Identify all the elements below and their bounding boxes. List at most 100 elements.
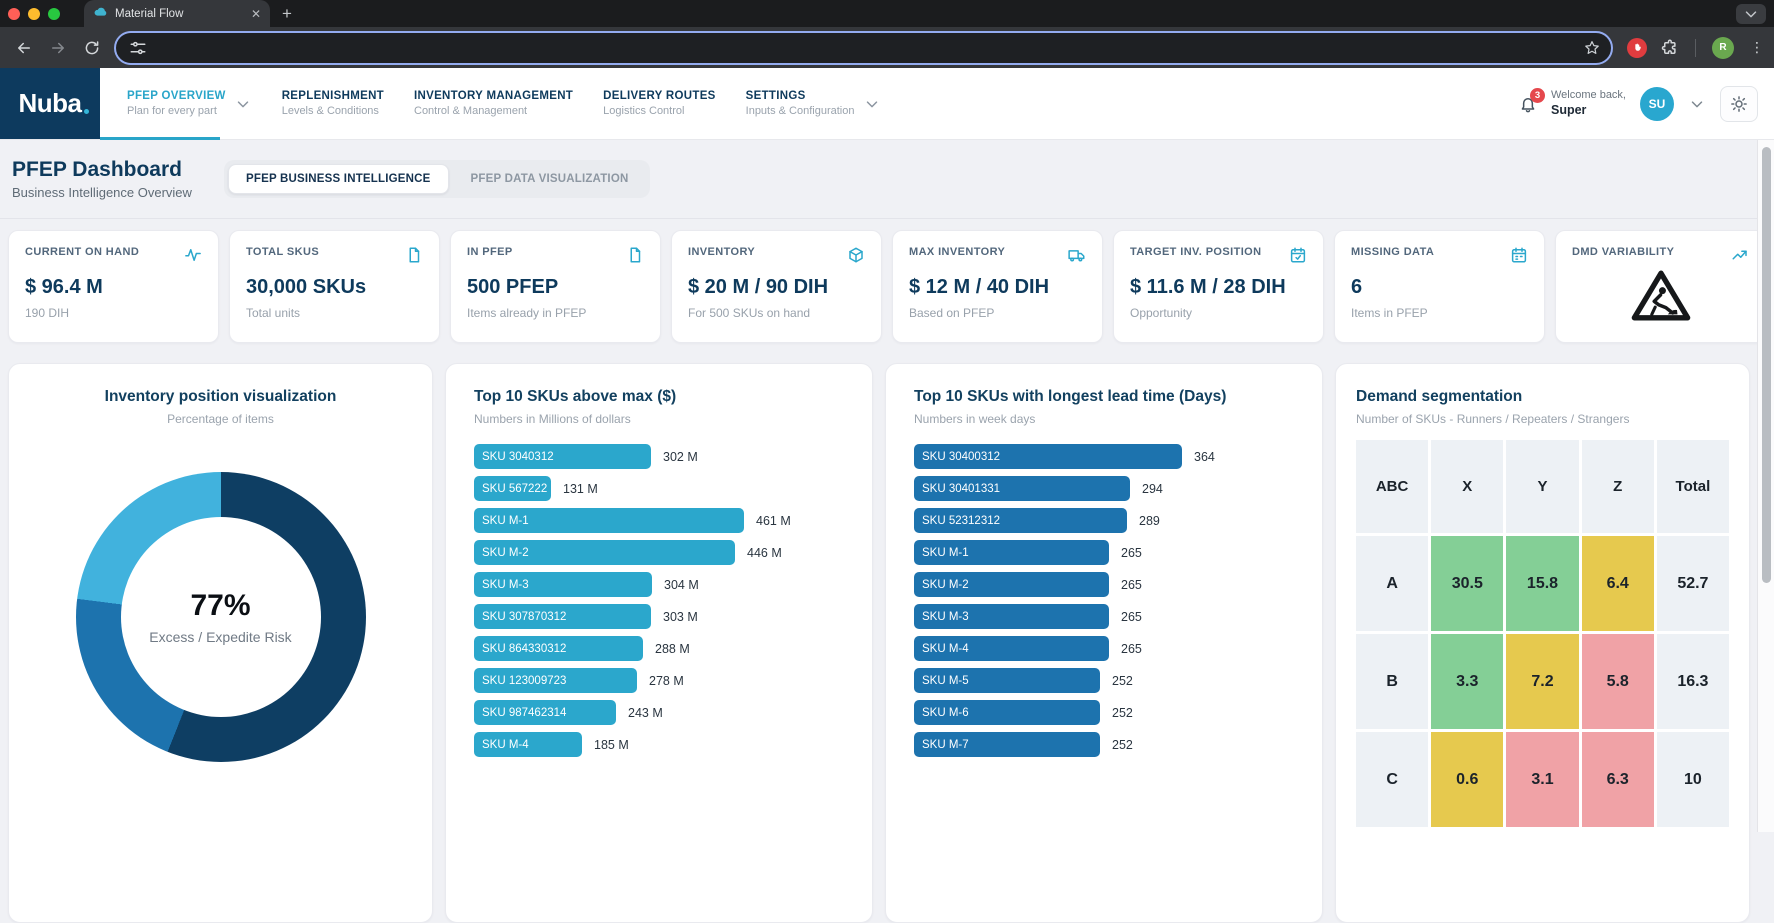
app-logo[interactable]: Nuba xyxy=(0,68,100,139)
bar-row: SKU M-3 304 M xyxy=(474,572,844,597)
calendar-check-icon xyxy=(1289,246,1307,264)
bookmark-star-icon[interactable] xyxy=(1583,39,1601,57)
heatmap-cell-a-y: 15.8 xyxy=(1506,536,1578,631)
tab-search-button[interactable] xyxy=(1736,4,1766,24)
user-menu-chevron-icon[interactable] xyxy=(1688,95,1706,113)
nav-item-labels: SETTINGS Inputs & Configuration xyxy=(746,90,855,117)
user-avatar[interactable]: SU xyxy=(1640,87,1674,121)
bar: SKU M-2 xyxy=(914,572,1109,597)
bar: SKU 52312312 xyxy=(914,508,1127,533)
panel-subtitle: Number of SKUs - Runners / Repeaters / S… xyxy=(1356,412,1729,426)
bar-value-label: 265 xyxy=(1121,578,1142,592)
nav-item-replenishment[interactable]: REPLENISHMENT Levels & Conditions xyxy=(267,90,399,117)
theme-toggle-button[interactable] xyxy=(1720,86,1758,122)
row-label-b: B xyxy=(1356,634,1428,729)
window-minimize-button[interactable] xyxy=(28,8,40,20)
bar-row: SKU M-2 265 xyxy=(914,572,1294,597)
nav-item-labels: INVENTORY MANAGEMENT Control & Managemen… xyxy=(414,90,573,117)
welcome-prefix: Welcome back, xyxy=(1551,89,1626,103)
back-button[interactable] xyxy=(10,34,38,62)
nav-item-inventory-management[interactable]: INVENTORY MANAGEMENT Control & Managemen… xyxy=(399,90,588,117)
notifications-bell-icon[interactable]: 3 xyxy=(1519,95,1537,113)
nav-menu: PFEP OVERVIEW Plan for every part REPLEN… xyxy=(100,68,896,139)
heatmap-cell-c-x: 0.6 xyxy=(1431,732,1503,827)
bar: SKU M-1 xyxy=(474,508,744,533)
nav-item-title: REPLENISHMENT xyxy=(282,90,384,102)
page-title: PFEP Dashboard xyxy=(12,158,224,182)
tune-icon[interactable] xyxy=(128,38,148,58)
heatmap-cell-a-x: 30.5 xyxy=(1431,536,1503,631)
demand-segmentation-panel: Demand segmentation Number of SKUs - Run… xyxy=(1335,363,1750,923)
kpi-subtext: 190 DIH xyxy=(25,306,202,320)
nav-item-delivery-routes[interactable]: DELIVERY ROUTES Logistics Control xyxy=(588,90,731,117)
notification-badge: 3 xyxy=(1530,88,1545,103)
panel-subtitle: Percentage of items xyxy=(37,412,404,426)
active-nav-underline xyxy=(100,137,220,140)
bar-row: SKU M-1 265 xyxy=(914,540,1294,565)
truck-icon xyxy=(1068,246,1086,264)
bar-row: SKU 3040312 302 M xyxy=(474,444,844,469)
nav-item-settings[interactable]: SETTINGS Inputs & Configuration xyxy=(731,90,896,117)
reload-button[interactable] xyxy=(78,34,106,62)
page-subtitle: Business Intelligence Overview xyxy=(12,185,224,200)
bar-value-label: 252 xyxy=(1112,706,1133,720)
bar: SKU M-7 xyxy=(914,732,1100,757)
scrollbar-thumb[interactable] xyxy=(1762,147,1771,583)
tab-pfep-data-visualization[interactable]: PFEP DATA VISUALIZATION xyxy=(453,164,647,194)
tab-close-icon[interactable]: ✕ xyxy=(251,8,261,20)
browser-menu-kebab-icon[interactable]: ⋮ xyxy=(1750,39,1764,56)
row-total-a: 52.7 xyxy=(1657,536,1729,631)
window-zoom-button[interactable] xyxy=(48,8,60,20)
forward-button[interactable] xyxy=(44,34,72,62)
kpi-title: TOTAL SKUS xyxy=(246,246,319,258)
browser-profile-avatar[interactable]: R xyxy=(1712,37,1734,59)
kpi-value: 30,000 SKUs xyxy=(246,276,423,299)
tab-pfep-business-intelligence[interactable]: PFEP BUSINESS INTELLIGENCE xyxy=(228,164,449,194)
panel-subtitle: Numbers in Millions of dollars xyxy=(474,412,844,426)
new-tab-button[interactable]: + xyxy=(282,5,292,22)
address-bar[interactable] xyxy=(116,33,1611,63)
nav-item-title: PFEP OVERVIEW xyxy=(127,90,226,102)
extensions-puzzle-icon[interactable] xyxy=(1661,39,1679,57)
bar: SKU 123009723 xyxy=(474,668,637,693)
browser-tab[interactable]: Material Flow ✕ xyxy=(84,0,270,27)
package-icon xyxy=(847,246,865,264)
top-skus-above-max-panel: Top 10 SKUs above max ($) Numbers in Mil… xyxy=(445,363,873,923)
trending-up-icon xyxy=(1731,246,1749,264)
donut-chart: 77% Excess / Expedite Risk xyxy=(76,472,366,762)
logo-dot xyxy=(84,109,89,114)
nav-item-title: SETTINGS xyxy=(746,90,855,102)
bar-row: SKU 52312312 289 xyxy=(914,508,1294,533)
bar: SKU M-3 xyxy=(914,604,1109,629)
window-close-button[interactable] xyxy=(8,8,20,20)
page-scrollbar[interactable] xyxy=(1757,140,1774,832)
kpi-card-in-pfep: IN PFEP 500 PFEP Items already in PFEP xyxy=(450,230,661,343)
nav-item-labels: PFEP OVERVIEW Plan for every part xyxy=(127,90,226,117)
adblock-extension-icon[interactable] xyxy=(1627,38,1647,58)
bar-value-label: 243 M xyxy=(628,706,663,720)
activity-icon xyxy=(184,246,202,264)
bar-value-label: 289 xyxy=(1139,514,1160,528)
heatmap-cell-c-z: 6.3 xyxy=(1582,732,1654,827)
bar-value-label: 302 M xyxy=(663,450,698,464)
address-input[interactable] xyxy=(156,40,1583,55)
bar-chart: SKU 30400312 364SKU 30401331 294SKU 5231… xyxy=(914,444,1294,757)
kpi-title: DMD VARIABILITY xyxy=(1572,246,1674,258)
row-total-b: 16.3 xyxy=(1657,634,1729,729)
bar-value-label: 131 M xyxy=(563,482,598,496)
column-header-z: Z xyxy=(1582,440,1654,533)
welcome-block: Welcome back, Super xyxy=(1551,89,1626,118)
panel-title: Top 10 SKUs above max ($) xyxy=(474,388,844,406)
bar: SKU M-1 xyxy=(914,540,1109,565)
heatmap-cell-b-y: 7.2 xyxy=(1506,634,1578,729)
bar-row: SKU 307870312 303 M xyxy=(474,604,844,629)
kpi-card-target-inv-position: TARGET INV. POSITION $ 11.6 M / 28 DIH O… xyxy=(1113,230,1324,343)
bar-value-label: 265 xyxy=(1121,546,1142,560)
nav-item-pfep-overview[interactable]: PFEP OVERVIEW Plan for every part xyxy=(112,90,267,117)
donut-center-value: 77% xyxy=(190,589,250,623)
bar-value-label: 364 xyxy=(1194,450,1215,464)
row-label-c: C xyxy=(1356,732,1428,827)
donut-center: 77% Excess / Expedite Risk xyxy=(121,517,321,717)
kpi-value: 500 PFEP xyxy=(467,276,644,299)
kpi-title: MAX INVENTORY xyxy=(909,246,1005,258)
